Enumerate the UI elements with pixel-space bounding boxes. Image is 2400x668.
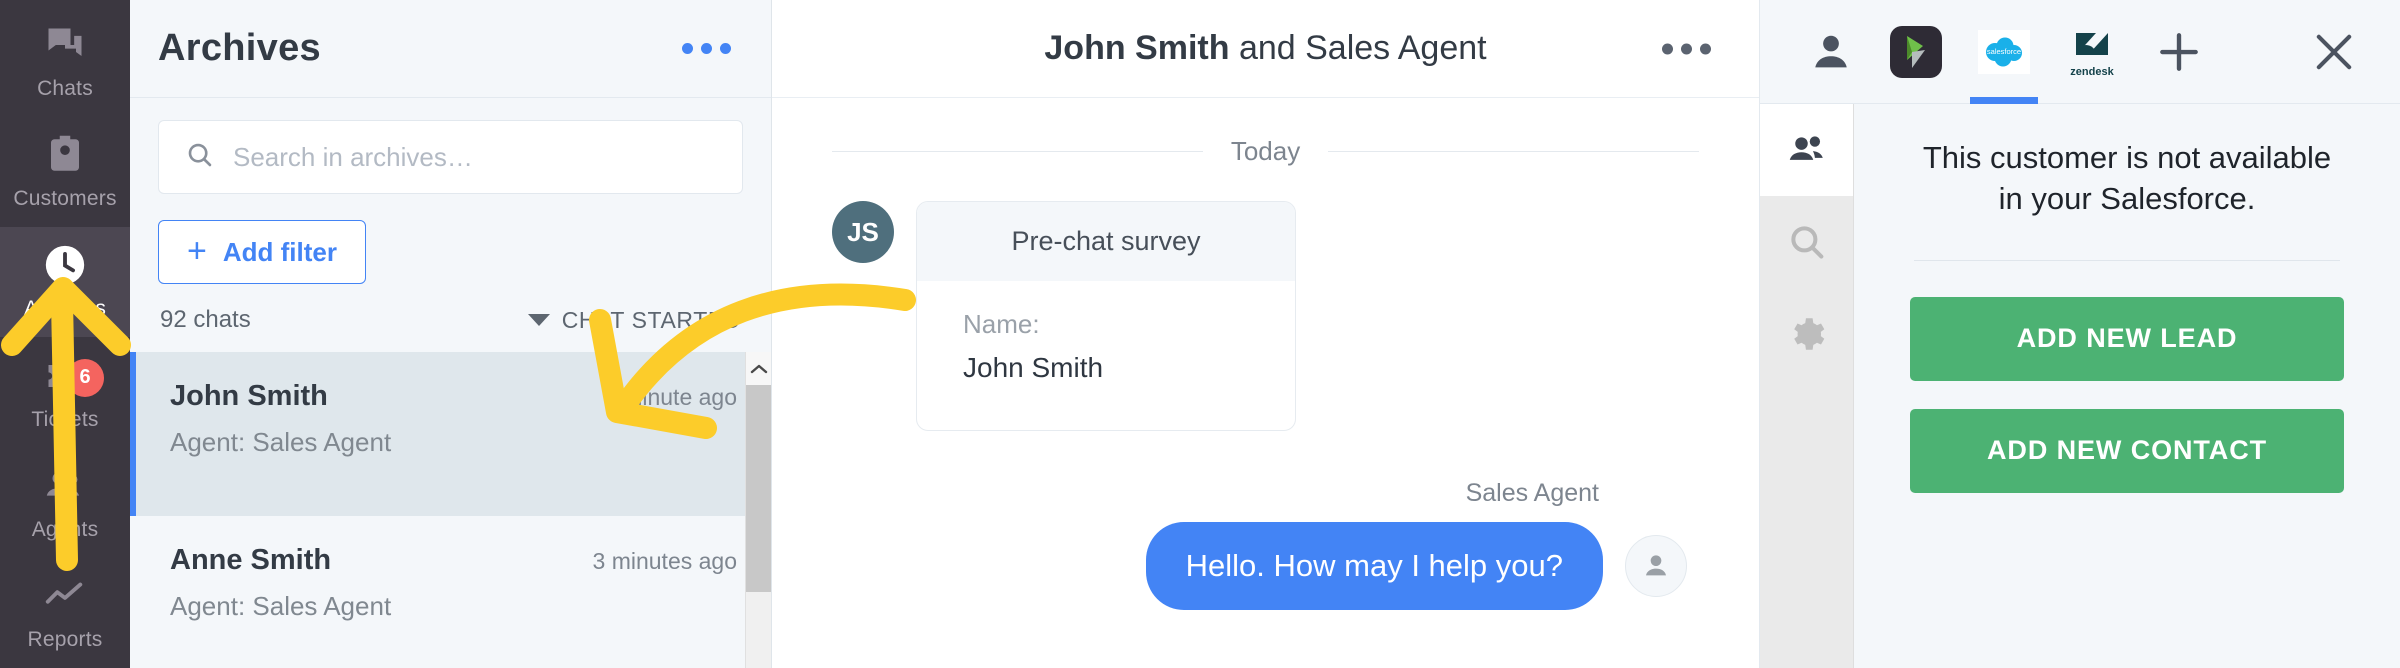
chat-customer-name: John Smith bbox=[170, 380, 328, 412]
archives-clock-icon bbox=[42, 242, 88, 288]
sidebar-item-label: Tickets bbox=[31, 407, 99, 431]
agent-message-row: Hello. How may I help you? bbox=[1145, 522, 1687, 610]
list-meta: 92 chats CHAT STARTED bbox=[158, 284, 743, 352]
agents-icon bbox=[42, 463, 88, 509]
sidebar-item-chats[interactable]: Chats bbox=[0, 6, 130, 116]
survey-question: Name: bbox=[963, 309, 1040, 339]
page-title: Archives bbox=[158, 27, 321, 69]
sidebar-item-reports[interactable]: Reports bbox=[0, 558, 130, 668]
archives-panel: Archives Search in archives… + Add filte… bbox=[130, 0, 772, 668]
chat-header-customer: John Smith bbox=[1044, 29, 1230, 67]
divider-line bbox=[832, 151, 1203, 152]
active-tab-indicator bbox=[1970, 96, 2038, 104]
sidebar-item-label: Customers bbox=[13, 186, 117, 210]
chat-messages: Today JS Pre-chat survey Name: John Smit… bbox=[772, 98, 1759, 668]
integration-body: This customer is not available in your S… bbox=[1760, 104, 2400, 668]
svg-text:salesforce: salesforce bbox=[1987, 47, 2021, 56]
svg-text:zendesk: zendesk bbox=[2070, 66, 2114, 78]
sidebar-item-customers[interactable]: Customers bbox=[0, 116, 130, 226]
avatar: JS bbox=[832, 201, 894, 263]
survey-answer: John Smith bbox=[963, 352, 1104, 383]
chat-timestamp: 1 minute ago bbox=[604, 384, 737, 410]
divider-line bbox=[1328, 151, 1700, 152]
chat-header-title: John Smith and Sales Agent bbox=[1044, 29, 1486, 68]
list-item[interactable]: Anne Smith 3 minutes ago Agent: Sales Ag… bbox=[130, 516, 771, 668]
sidebar-item-label: Reports bbox=[27, 628, 103, 652]
pre-chat-survey-card: Pre-chat survey Name: John Smith bbox=[916, 201, 1296, 431]
agent-message-block: Sales Agent Hello. How may I help you? bbox=[832, 479, 1699, 610]
agent-name-label: Sales Agent bbox=[1465, 479, 1599, 507]
reports-chart-icon bbox=[42, 573, 88, 619]
survey-body: Name: John Smith bbox=[917, 281, 1295, 430]
sidebar-item-label: Agents bbox=[31, 517, 99, 541]
sidebar-item-label: Chats bbox=[37, 76, 93, 100]
search-icon[interactable] bbox=[1760, 196, 1853, 288]
chevron-down-icon bbox=[527, 314, 550, 326]
integration-toolbar: salesforce zendesk bbox=[1760, 0, 2400, 104]
chat-list-scrollbar[interactable] bbox=[745, 352, 771, 668]
chat-agent-label: Agent: Sales Agent bbox=[170, 427, 392, 457]
day-separator-label: Today bbox=[1230, 136, 1301, 166]
archives-header: Archives bbox=[130, 0, 771, 98]
plus-icon: + bbox=[187, 231, 207, 270]
scrollbar-thumb[interactable] bbox=[746, 385, 771, 592]
profile-icon[interactable] bbox=[1808, 0, 1854, 104]
add-integration-icon[interactable] bbox=[2154, 0, 2204, 104]
customers-icon bbox=[42, 132, 88, 178]
left-nav-rail: Chats Customers Archives 6 Tickets Agent… bbox=[0, 0, 130, 668]
add-filter-label: Add filter bbox=[222, 236, 337, 267]
chat-header-agent: and Sales Agent bbox=[1229, 29, 1487, 67]
chats-count: 92 chats bbox=[160, 306, 251, 333]
add-new-lead-button[interactable]: ADD NEW LEAD bbox=[1910, 296, 2344, 381]
add-filter-button[interactable]: + Add filter bbox=[158, 220, 366, 284]
zendesk-icon[interactable]: zendesk bbox=[2066, 0, 2118, 104]
add-new-contact-button[interactable]: ADD NEW CONTACT bbox=[1910, 408, 2344, 493]
gear-icon[interactable] bbox=[1760, 288, 1853, 380]
chat-customer-name: Anne Smith bbox=[170, 544, 332, 576]
sidebar-item-label: Archives bbox=[23, 297, 107, 321]
integration-content: This customer is not available in your S… bbox=[1854, 104, 2400, 668]
close-icon[interactable] bbox=[2308, 0, 2360, 104]
sidebar-item-tickets[interactable]: 6 Tickets bbox=[0, 337, 130, 447]
day-separator: Today bbox=[832, 136, 1700, 167]
application-root: Chats Customers Archives 6 Tickets Agent… bbox=[0, 0, 2400, 668]
chat-transcript-panel: John Smith and Sales Agent Today JS Pre-… bbox=[772, 0, 1760, 668]
list-item[interactable]: John Smith 1 minute ago Agent: Sales Age… bbox=[130, 352, 771, 516]
archives-controls: Search in archives… + Add filter 92 chat… bbox=[130, 98, 771, 352]
chat-timestamp: 3 minutes ago bbox=[592, 548, 737, 574]
chat-header: John Smith and Sales Agent bbox=[772, 0, 1759, 98]
filter-row: + Add filter bbox=[158, 220, 743, 284]
sort-control[interactable]: CHAT STARTED bbox=[527, 306, 741, 334]
salesforce-icon[interactable]: salesforce bbox=[1970, 0, 2038, 104]
search-icon bbox=[185, 140, 215, 175]
avatar bbox=[1625, 535, 1687, 597]
agent-message-bubble: Hello. How may I help you? bbox=[1145, 522, 1603, 610]
chats-icon bbox=[42, 22, 88, 68]
survey-heading: Pre-chat survey bbox=[917, 202, 1295, 281]
integration-icon-rail bbox=[1760, 104, 1854, 668]
chat-agent-label: Agent: Sales Agent bbox=[170, 591, 392, 621]
divider bbox=[1914, 259, 2340, 261]
scroll-up-button[interactable] bbox=[746, 352, 771, 385]
sort-label: CHAT STARTED bbox=[561, 306, 741, 333]
sidebar-item-agents[interactable]: Agents bbox=[0, 447, 130, 557]
integration-panel: salesforce zendesk This customer is not … bbox=[1760, 0, 2400, 668]
search-placeholder: Search in archives… bbox=[233, 141, 473, 172]
tickets-badge: 6 bbox=[66, 358, 104, 397]
integration-status-message: This customer is not available in your S… bbox=[1922, 140, 2332, 216]
search-input[interactable]: Search in archives… bbox=[158, 120, 743, 194]
app-icon[interactable] bbox=[1890, 0, 1942, 104]
people-icon[interactable] bbox=[1760, 104, 1853, 196]
more-options-icon[interactable] bbox=[682, 43, 731, 54]
customer-message-row: JS Pre-chat survey Name: John Smith bbox=[832, 201, 1699, 431]
sidebar-item-archives[interactable]: Archives bbox=[0, 226, 130, 337]
archives-chat-list: John Smith 1 minute ago Agent: Sales Age… bbox=[130, 352, 771, 668]
more-options-icon[interactable] bbox=[1662, 43, 1711, 54]
